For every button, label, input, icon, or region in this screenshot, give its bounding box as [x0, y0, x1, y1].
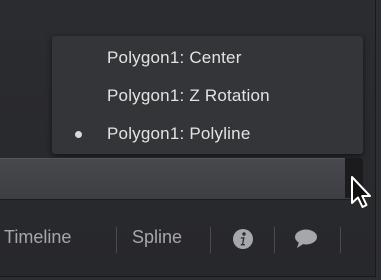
modifier-combo-box[interactable] — [0, 158, 355, 200]
timeline-tab[interactable]: Timeline — [4, 227, 71, 248]
comment-icon[interactable] — [293, 227, 317, 251]
menu-item-polygon1-z-rotation[interactable]: Polygon1: Z Rotation — [52, 78, 363, 114]
selected-bullet-icon — [75, 131, 82, 138]
spline-tab[interactable]: Spline — [132, 227, 182, 248]
menu-item-label: Polygon1: Polyline — [107, 124, 251, 143]
menu-item-label: Polygon1: Center — [107, 48, 242, 67]
menu-item-polygon1-polyline[interactable]: Polygon1: Polyline — [52, 116, 363, 152]
dropdown-menu: Polygon1: Center Polygon1: Z Rotation Po… — [52, 36, 363, 154]
toolbar-divider — [340, 227, 341, 253]
toolbar-divider — [116, 227, 117, 253]
mouse-pointer-icon — [348, 174, 374, 214]
bottom-toolbar: Timeline Spline — [0, 213, 375, 263]
toolbar-divider — [274, 227, 275, 253]
menu-item-polygon1-center[interactable]: Polygon1: Center — [52, 40, 363, 76]
toolbar-divider — [210, 227, 211, 253]
info-icon[interactable] — [231, 227, 255, 251]
menu-item-label: Polygon1: Z Rotation — [107, 86, 270, 105]
